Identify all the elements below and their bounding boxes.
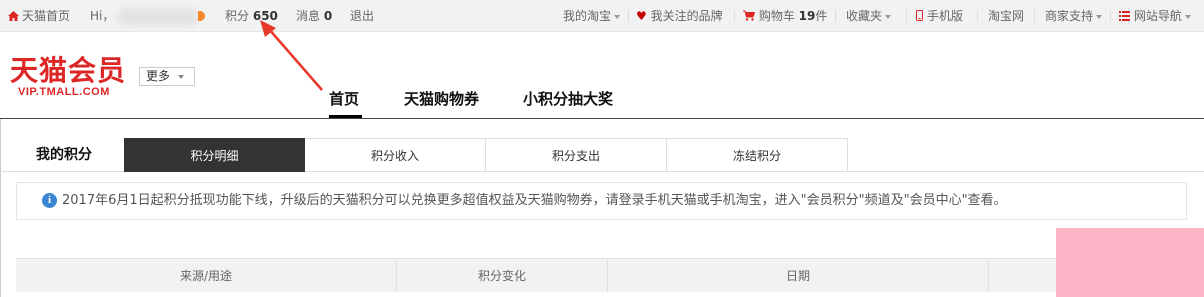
mobile-link[interactable]: 手机版 bbox=[916, 9, 963, 23]
column-header-change: 积分变化 bbox=[397, 259, 608, 293]
nav-shopping-vouchers[interactable]: 天猫购物券 bbox=[404, 89, 479, 109]
divider bbox=[628, 10, 629, 22]
info-icon: i bbox=[42, 193, 57, 208]
tmall-vip-logo[interactable]: 天猫会员 VIP.TMALL.COM bbox=[10, 54, 127, 99]
chevron-down-icon bbox=[1096, 14, 1103, 19]
blurred-username bbox=[117, 8, 199, 26]
pink-overlay-block bbox=[1056, 228, 1204, 297]
list-icon bbox=[1119, 11, 1130, 21]
cart-icon bbox=[743, 10, 756, 21]
divider bbox=[835, 10, 836, 22]
greeting: Hi， bbox=[90, 9, 115, 23]
favorites-menu[interactable]: 收藏夹 bbox=[846, 9, 892, 23]
chevron-down-icon bbox=[178, 74, 185, 79]
user-level-icon bbox=[198, 11, 205, 21]
site-nav-label: 网站导航 bbox=[1133, 9, 1182, 23]
home-link[interactable]: 天猫首页 bbox=[8, 9, 70, 23]
cart-unit: 件 bbox=[815, 9, 828, 23]
divider bbox=[734, 10, 735, 22]
chevron-down-icon bbox=[1184, 14, 1191, 19]
nav-home[interactable]: 首页 bbox=[329, 89, 359, 109]
notice-text: 2017年6月1日起积分抵现功能下线，升级后的天猫积分可以兑换更多超值权益及天猫… bbox=[62, 193, 1007, 208]
content-left-border bbox=[0, 119, 1, 297]
divider bbox=[977, 10, 978, 22]
home-icon bbox=[8, 11, 19, 21]
logo-chinese-text: 天猫会员 bbox=[10, 54, 127, 87]
heart-icon: ♥ bbox=[636, 9, 647, 23]
site-nav-menu[interactable]: 网站导航 bbox=[1119, 9, 1191, 23]
tab-points-detail[interactable]: 积分明细 bbox=[124, 138, 305, 172]
notice-banner: i 2017年6月1日起积分抵现功能下线，升级后的天猫积分可以兑换更多超值权益及… bbox=[16, 182, 1187, 220]
column-header-date: 日期 bbox=[608, 259, 989, 293]
points-label: 积分 bbox=[225, 9, 250, 23]
points-table-header: 来源/用途 积分变化 日期 bbox=[16, 258, 1187, 293]
cart-link[interactable]: 购物车 19件 bbox=[743, 9, 827, 23]
phone-icon bbox=[916, 10, 923, 21]
more-dropdown[interactable]: 更多 bbox=[139, 67, 195, 86]
divider bbox=[1110, 10, 1111, 22]
followed-brands-label: 我关注的品牌 bbox=[650, 9, 723, 23]
my-taobao-label: 我的淘宝 bbox=[563, 9, 612, 23]
followed-brands-link[interactable]: ♥ 我关注的品牌 bbox=[636, 9, 723, 23]
nav-points-lottery[interactable]: 小积分抽大奖 bbox=[523, 89, 613, 109]
seller-support-menu[interactable]: 商家支持 bbox=[1045, 9, 1103, 23]
logo-english-text: VIP.TMALL.COM bbox=[18, 86, 110, 98]
header-divider bbox=[0, 118, 1204, 119]
favorites-label: 收藏夹 bbox=[846, 9, 883, 23]
cart-label: 购物车 bbox=[758, 9, 795, 23]
tab-points-expense[interactable]: 积分支出 bbox=[486, 138, 667, 172]
cart-count: 19 bbox=[798, 9, 816, 23]
points-tabs: 积分明细 积分收入 积分支出 冻结积分 bbox=[124, 138, 848, 172]
taobao-link[interactable]: 淘宝网 bbox=[988, 9, 1024, 23]
seller-support-label: 商家支持 bbox=[1045, 9, 1094, 23]
my-taobao-menu[interactable]: 我的淘宝 bbox=[563, 9, 621, 23]
divider bbox=[1034, 10, 1035, 22]
site-topbar: 天猫首页 Hi， 积分 650 消息 0 退出 我的淘宝 ♥ 我关注的品牌 购物… bbox=[0, 0, 1204, 32]
column-header-source: 来源/用途 bbox=[16, 259, 397, 293]
logout-link[interactable]: 退出 bbox=[350, 9, 374, 23]
more-label: 更多 bbox=[146, 69, 171, 83]
annotation-arrow-icon bbox=[260, 20, 323, 91]
home-link-label: 天猫首页 bbox=[22, 9, 71, 23]
tab-points-income[interactable]: 积分收入 bbox=[305, 138, 486, 172]
divider bbox=[906, 10, 907, 22]
mobile-label: 手机版 bbox=[926, 9, 963, 23]
tab-frozen-points[interactable]: 冻结积分 bbox=[667, 138, 848, 172]
chevron-down-icon bbox=[614, 14, 621, 19]
chevron-down-icon bbox=[885, 14, 892, 19]
my-points-title: 我的积分 bbox=[36, 147, 92, 163]
